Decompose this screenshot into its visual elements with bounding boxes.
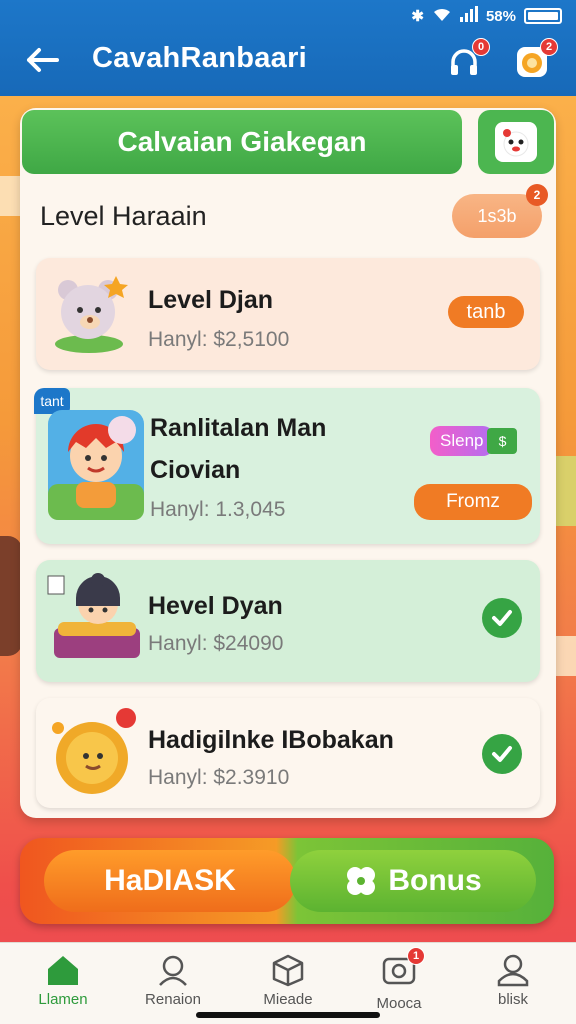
- sleep-badge: Slenp $: [430, 424, 534, 458]
- home-indicator: [196, 1012, 380, 1018]
- gift-button[interactable]: 2: [512, 38, 558, 82]
- tab-label: Mooca: [376, 995, 422, 1012]
- bonus-banner: HaDIASK Bonus: [20, 838, 554, 924]
- tab-blisk[interactable]: blisk: [458, 953, 568, 1008]
- battery-icon: [524, 8, 562, 24]
- tree-decoration: [0, 536, 22, 656]
- item-title-line1: Ranlitalan Man: [150, 414, 327, 442]
- page-title: CavahRanbaari: [92, 42, 308, 74]
- list-item-ranlitalan[interactable]: tant Ranlitalan Man Ciovian Hanyl: 1.3,0…: [34, 388, 540, 544]
- item-title: Hadigilnke IBobakan: [148, 726, 394, 754]
- item-subtitle: Hanyl: 1.3,045: [150, 498, 286, 521]
- item-action-button[interactable]: tanb: [448, 296, 524, 328]
- tab-renaion[interactable]: Renaion: [118, 953, 228, 1008]
- home-icon: [48, 956, 78, 985]
- money-icon: $: [487, 428, 518, 454]
- coin-character-icon: [46, 704, 142, 804]
- item-subtitle: Hanyl: $24090: [148, 632, 284, 655]
- level-pill-label: 1s3b: [477, 205, 517, 226]
- tab-label: blisk: [497, 991, 528, 1008]
- kid-character-icon: [46, 404, 146, 524]
- hadiask-button[interactable]: HaDIASK: [44, 850, 296, 912]
- bonus-label: Bonus: [388, 864, 482, 897]
- tab-label: Mieade: [263, 991, 313, 1008]
- panel-header[interactable]: Calvaian Giakegan: [22, 110, 462, 174]
- user-icon: [497, 954, 529, 987]
- profile-icon: [159, 955, 187, 986]
- check-icon: [492, 746, 512, 762]
- mascot-icon: [495, 122, 537, 162]
- notification-badge: 0: [472, 38, 490, 56]
- box-icon: [272, 954, 304, 987]
- back-button[interactable]: [22, 40, 62, 80]
- item-action-button[interactable]: Fromz: [414, 484, 532, 520]
- clover-icon: [347, 867, 376, 895]
- tab-badge: 1: [407, 947, 425, 965]
- level-pill-button[interactable]: 1s3b 2: [452, 184, 548, 238]
- check-button[interactable]: [482, 734, 522, 774]
- tab-label: Llamen: [38, 991, 88, 1008]
- camera-icon-wrap: 1: [381, 947, 425, 991]
- list-item-hevel-dyan[interactable]: Hevel Dyan Hanyl: $24090: [36, 560, 540, 682]
- item-title-line2: Ciovian: [150, 456, 241, 484]
- mascot-button[interactable]: [478, 110, 554, 174]
- status-bar: ✱ 58%: [411, 6, 562, 26]
- tab-label: Renaion: [145, 991, 201, 1008]
- arrow-left-icon: [27, 48, 59, 72]
- tab-mieade[interactable]: Mieade: [233, 953, 343, 1008]
- bonus-button[interactable]: Bonus: [290, 850, 536, 912]
- item-title: Hevel Dyan: [148, 592, 283, 620]
- tab-mooca[interactable]: 1 Mooca: [344, 947, 454, 1012]
- item-subtitle: Hanyl: $2.3910: [148, 766, 290, 789]
- level-pill-badge: 2: [526, 184, 548, 206]
- gift-badge: 2: [540, 38, 558, 56]
- check-button[interactable]: [482, 598, 522, 638]
- battery-text: 58%: [485, 7, 516, 25]
- list-item-hadigilnke[interactable]: Hadigilnke IBobakan Hanyl: $2.3910: [36, 698, 540, 808]
- bear-icon: [46, 270, 132, 356]
- headset-button[interactable]: 0: [444, 38, 490, 82]
- app-bar: ✱ 58% CavahRanbaari 0 2: [0, 0, 576, 96]
- bluetooth-icon: ✱: [411, 8, 424, 25]
- list-item-level-djan[interactable]: Level Djan Hanyl: $2,5100 tanb: [36, 258, 540, 370]
- item-subtitle: Hanyl: $2,5100: [148, 328, 290, 351]
- wifi-icon: [432, 6, 452, 26]
- item-title: Level Djan: [148, 286, 274, 314]
- check-icon: [492, 610, 512, 626]
- section-title: Level Haraain: [40, 201, 207, 231]
- sleep-badge-label: Slenp: [430, 426, 494, 456]
- signal-icon: [459, 6, 478, 26]
- main-panel: Calvaian Giakegan Level Haraain 1s3b 2 L…: [20, 108, 556, 818]
- tab-home[interactable]: Llamen: [8, 953, 118, 1008]
- chest-character-icon: [46, 568, 142, 668]
